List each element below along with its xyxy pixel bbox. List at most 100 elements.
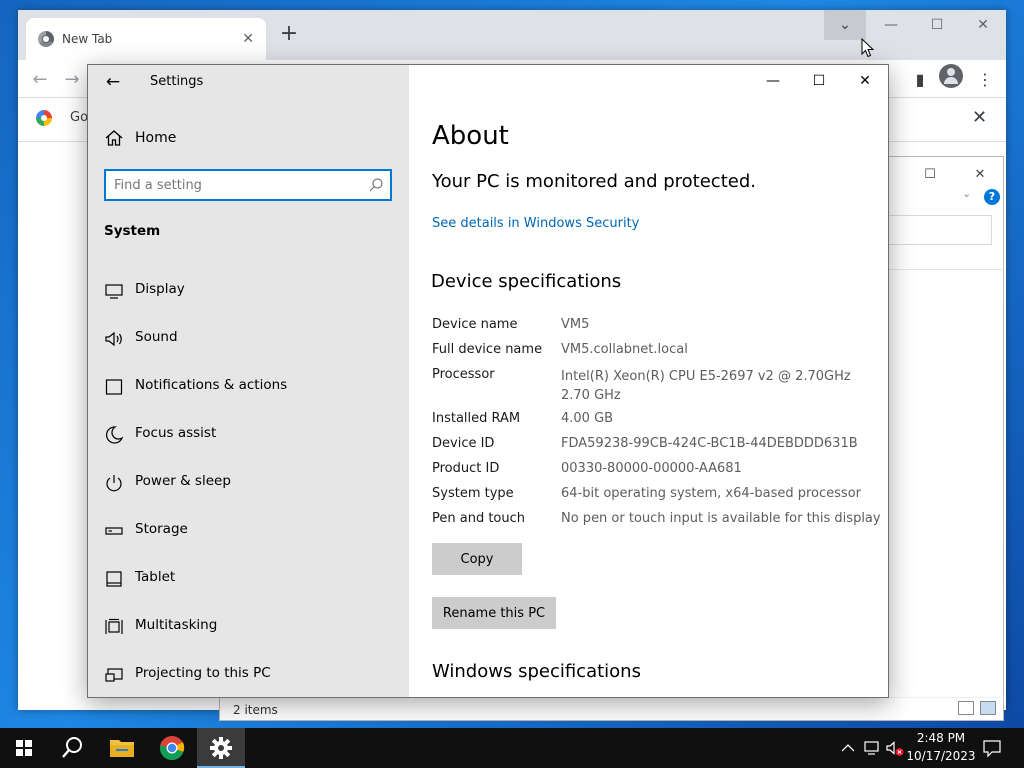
chrome-back-icon[interactable]: ←: [28, 68, 52, 92]
settings-app-title: Settings: [150, 74, 204, 89]
sidebar-item-notifications[interactable]: Notifications & actions: [88, 365, 409, 409]
details-view-icon[interactable]: [958, 701, 974, 715]
chrome-new-tab-button[interactable]: +: [276, 22, 302, 48]
sidebar-item-sound[interactable]: Sound: [88, 317, 409, 361]
sidebar-item-storage[interactable]: Storage: [88, 509, 409, 553]
sidebar-item-projecting[interactable]: Projecting to this PC: [88, 653, 409, 697]
moon-icon: [106, 426, 124, 444]
action-center-icon[interactable]: [982, 738, 1002, 758]
chrome-tab-title: New Tab: [62, 32, 113, 46]
sidebar-section-system: System: [104, 223, 161, 239]
spec-label: System type: [432, 486, 514, 501]
settings-close-button[interactable]: ✕: [842, 65, 888, 97]
multitasking-icon: [105, 618, 123, 634]
taskbar-file-explorer[interactable]: [98, 728, 146, 768]
sidebar-item-display[interactable]: Display: [88, 269, 409, 313]
device-specs-table: Device name VM5 Full device name VM5.col…: [432, 317, 882, 527]
sidebar-item-label: Tablet: [135, 569, 176, 585]
spec-label: Device ID: [432, 436, 495, 451]
chrome-tab-new-tab[interactable]: New Tab ✕: [26, 18, 266, 60]
search-icon: [369, 178, 383, 192]
sidebar-item-label: Multitasking: [135, 617, 218, 633]
search-icon: [62, 737, 82, 758]
sidebar-item-label: Sound: [135, 329, 178, 345]
monitor-icon: [105, 284, 123, 299]
start-button[interactable]: [0, 728, 48, 768]
sidebar-item-label: Projecting to this PC: [135, 665, 271, 681]
explorer-status-bar: 2 items: [220, 697, 1005, 721]
sidebar-item-power-sleep[interactable]: Power & sleep: [88, 461, 409, 505]
spec-value: 4.00 GB: [561, 411, 614, 426]
copy-button[interactable]: Copy: [432, 543, 522, 575]
sidebar-item-label: Power & sleep: [135, 473, 231, 489]
chrome-profile-icon[interactable]: [939, 64, 963, 88]
rename-pc-button[interactable]: Rename this PC: [432, 597, 556, 629]
folder-icon: [110, 740, 134, 757]
sidebar-item-focus-assist[interactable]: Focus assist: [88, 413, 409, 457]
storage-icon: [105, 527, 123, 535]
speaker-icon: [105, 331, 122, 347]
gear-icon: [210, 737, 232, 759]
page-title: About: [432, 121, 509, 151]
spec-value: 64-bit operating system, x64-based proce…: [561, 486, 861, 501]
spec-value: FDA59238-99CB-424C-BC1B-44DEBDDD631B: [561, 436, 858, 451]
chrome-menu-icon[interactable]: ⋮: [973, 68, 997, 92]
sidebar-item-home[interactable]: Home: [135, 130, 176, 146]
settings-minimize-button[interactable]: —: [750, 65, 796, 97]
notification-icon: [105, 379, 123, 395]
chrome-icon: [159, 736, 185, 761]
home-icon: [105, 130, 123, 146]
tray-chevron-up-icon[interactable]: [838, 738, 858, 758]
spec-label: Installed RAM: [432, 411, 521, 426]
windows-specifications-heading: Windows specifications: [432, 661, 641, 682]
clock-time[interactable]: 2:48 PM: [906, 731, 976, 745]
explorer-maximize-button[interactable]: ☐: [910, 163, 950, 187]
settings-maximize-button[interactable]: ☐: [796, 65, 842, 97]
spec-value: No pen or touch input is available for t…: [561, 511, 881, 526]
explorer-ribbon-chevron-icon[interactable]: ⌄: [962, 187, 971, 200]
back-arrow-icon[interactable]: ←: [102, 71, 124, 93]
explorer-close-button[interactable]: ✕: [960, 163, 1000, 187]
spec-label: Product ID: [432, 461, 500, 476]
protection-status: Your PC is monitored and protected.: [432, 171, 756, 192]
spec-value: 00330-80000-00000-AA681: [561, 461, 742, 476]
chrome-minimize-button[interactable]: —: [868, 10, 914, 40]
sidebar-item-label: Storage: [135, 521, 188, 537]
clock-date[interactable]: 10/17/2023: [906, 749, 976, 763]
taskbar: 2:48 PM 10/17/2023: [0, 728, 1024, 768]
mouse-cursor-icon: [861, 38, 875, 58]
settings-search-box[interactable]: [104, 169, 392, 201]
sidebar-item-label: Display: [135, 281, 185, 297]
settings-window: ← Settings Home System Display Sound Not…: [87, 64, 889, 698]
volume-muted-icon[interactable]: [885, 738, 905, 758]
spec-value: VM5.collabnet.local: [561, 342, 688, 357]
large-icons-view-icon[interactable]: [980, 701, 996, 715]
chrome-sidepanel-icon[interactable]: ▮: [908, 68, 932, 92]
chrome-forward-icon[interactable]: →: [60, 68, 84, 92]
taskbar-search-button[interactable]: [48, 728, 96, 768]
chrome-tab-search-button[interactable]: ⌄: [824, 10, 866, 40]
chrome-maximize-button[interactable]: ☐: [914, 10, 960, 40]
tablet-icon: [106, 571, 122, 587]
power-icon: [106, 475, 122, 492]
sidebar-item-label: Focus assist: [135, 425, 217, 441]
spec-label: Full device name: [432, 342, 543, 357]
sidebar-item-tablet[interactable]: Tablet: [88, 557, 409, 601]
sidebar-item-multitasking[interactable]: Multitasking: [88, 605, 409, 649]
chrome-bar-close-icon[interactable]: ✕: [972, 107, 987, 128]
google-logo-icon: [36, 110, 52, 126]
taskbar-settings[interactable]: [197, 728, 245, 768]
chrome-close-button[interactable]: ✕: [960, 10, 1006, 40]
windows-security-link[interactable]: See details in Windows Security: [432, 216, 639, 231]
chrome-tab-favicon-icon: [38, 31, 54, 47]
explorer-help-icon[interactable]: ?: [984, 189, 1000, 205]
network-icon[interactable]: [862, 738, 882, 758]
chrome-bar-text: Go: [70, 110, 89, 125]
spec-label: Processor: [432, 367, 495, 382]
spec-value: VM5: [561, 317, 590, 332]
projecting-icon: [105, 668, 123, 682]
spec-label: Pen and touch: [432, 511, 526, 526]
settings-search-input[interactable]: [114, 175, 359, 195]
taskbar-chrome[interactable]: [148, 728, 196, 768]
chrome-tab-close-icon[interactable]: ✕: [242, 31, 254, 47]
